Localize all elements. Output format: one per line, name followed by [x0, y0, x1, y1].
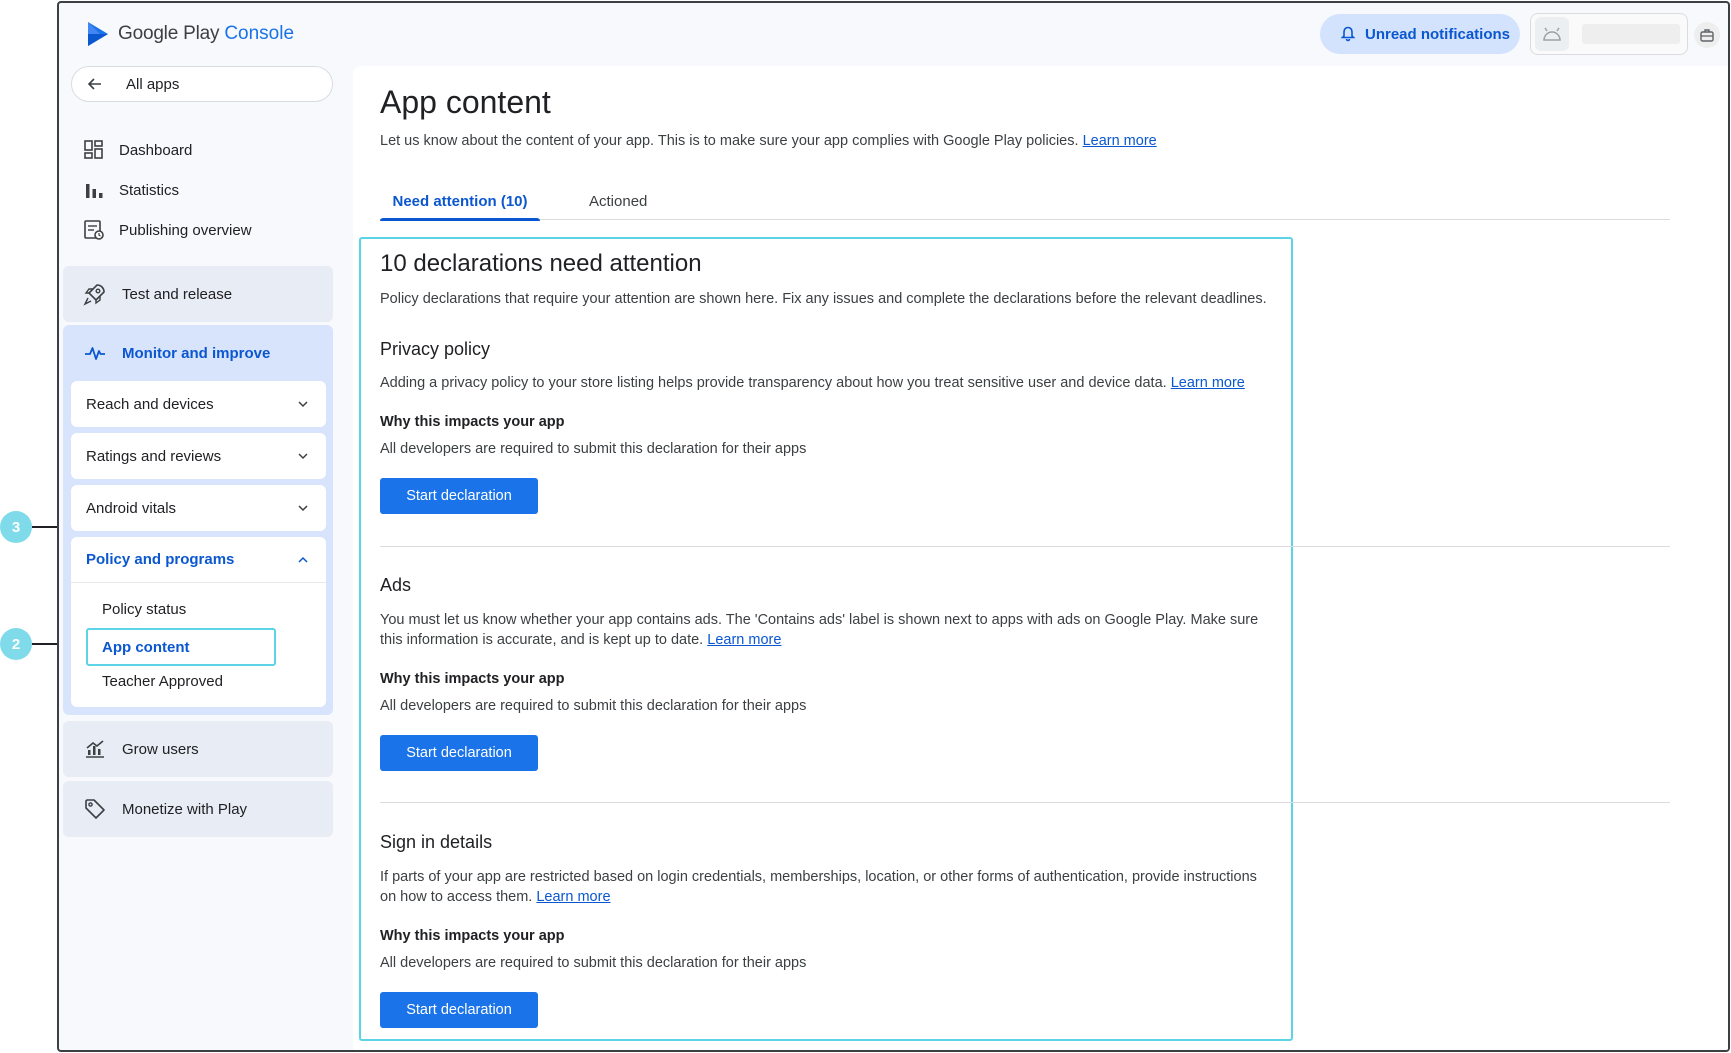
page-description-text: Let us know about the content of your ap…	[380, 133, 1079, 149]
sidebar-item-app-content[interactable]: App content	[86, 628, 276, 666]
sidebar-item-reach-and-devices[interactable]: Reach and devices	[71, 381, 326, 427]
declaration-why-heading: Why this impacts your app	[380, 928, 565, 944]
tag-icon	[85, 799, 105, 819]
android-icon	[1535, 17, 1569, 51]
chevron-down-icon	[298, 505, 308, 512]
app-window: Google Play Console Unread notifications	[57, 1, 1730, 1052]
unread-notifications-button[interactable]: Unread notifications	[1320, 14, 1520, 54]
page-title: App content	[380, 84, 551, 120]
start-declaration-button-sign-in-details[interactable]: Start declaration	[380, 992, 538, 1028]
sidebar-item-publishing-overview[interactable]: Publishing overview	[75, 211, 252, 249]
bar-chart-icon	[86, 184, 103, 198]
tab-need-attention[interactable]: Need attention (10)	[380, 182, 540, 221]
declaration-title: Ads	[380, 575, 412, 595]
tab-bar: Need attention (10) Actioned	[380, 182, 1670, 221]
sidebar-item-dashboard[interactable]: Dashboard	[75, 131, 192, 169]
play-logo-icon	[88, 22, 108, 46]
all-apps-button[interactable]: All apps	[71, 66, 333, 102]
callout-number: 3	[11, 518, 21, 536]
sidebar-item-label: Android vitals	[86, 499, 177, 517]
divider	[380, 546, 1670, 547]
declaration-description: You must let us know whether your app co…	[380, 610, 1260, 650]
sidebar-item-label: Teacher Approved	[102, 673, 223, 690]
sidebar-item-monetize-with-play[interactable]: Monetize with Play	[63, 781, 333, 837]
chevron-up-icon	[298, 556, 308, 563]
notification-bell-icon	[1340, 26, 1356, 42]
learn-more-link[interactable]: Learn more	[536, 889, 610, 905]
notifications-label: Unread notifications	[1365, 25, 1511, 43]
publishing-overview-icon	[84, 220, 104, 240]
sidebar-item-label: App content	[102, 638, 190, 656]
chevron-down-icon	[298, 453, 308, 460]
declaration-description: If parts of your app are restricted base…	[380, 867, 1260, 907]
learn-more-link[interactable]: Learn more	[1171, 375, 1245, 391]
account-menu-button[interactable]	[1694, 22, 1720, 48]
briefcase-icon	[1700, 29, 1714, 42]
sidebar-item-teacher-approved[interactable]: Teacher Approved	[102, 673, 223, 690]
sidebar-item-android-vitals[interactable]: Android vitals	[71, 485, 326, 531]
chevron-down-icon	[298, 401, 308, 408]
rocket-icon	[83, 284, 105, 306]
start-declaration-button-ads[interactable]: Start declaration	[380, 735, 538, 771]
sidebar-item-monitor-and-improve[interactable]: Monitor and improve	[63, 325, 270, 381]
tab-actioned[interactable]: Actioned	[589, 182, 647, 220]
callout-number: 2	[11, 635, 21, 653]
dashboard-icon	[84, 140, 103, 159]
declaration-why-heading: Why this impacts your app	[380, 671, 565, 687]
declaration-description-text: If parts of your app are restricted base…	[380, 869, 1257, 905]
pulse-icon	[85, 347, 105, 360]
sidebar-item-label: Grow users	[122, 740, 199, 758]
sidebar-item-statistics[interactable]: Statistics	[75, 171, 179, 209]
learn-more-link[interactable]: Learn more	[1083, 133, 1157, 149]
sidebar-item-policy-and-programs[interactable]: Policy and programs	[71, 537, 326, 583]
declaration-description: Adding a privacy policy to your store li…	[380, 373, 1260, 393]
sidebar-group-policy-and-programs: Policy and programs Policy status App co…	[71, 537, 326, 707]
declaration-requirement: All developers are required to submit th…	[380, 441, 807, 457]
google-play-console-logo[interactable]: Google Play Console	[85, 21, 294, 47]
sidebar-item-label: Test and release	[122, 285, 233, 303]
declaration-title: Sign in details	[380, 832, 493, 852]
sidebar-item-label: Policy and programs	[86, 551, 235, 568]
declaration-description-text: Adding a privacy policy to your store li…	[380, 375, 1167, 391]
callout-badge-2: 2	[0, 628, 32, 660]
sidebar-item-test-and-release[interactable]: Test and release	[63, 266, 333, 322]
page-description: Let us know about the content of your ap…	[380, 133, 1157, 149]
declaration-why-heading: Why this impacts your app	[380, 414, 565, 430]
start-declaration-button-privacy-policy[interactable]: Start declaration	[380, 478, 538, 514]
divider	[380, 802, 1670, 803]
sidebar-item-label: Publishing overview	[119, 221, 252, 239]
arrow-back-icon	[87, 78, 101, 90]
declaration-requirement: All developers are required to submit th…	[380, 698, 807, 714]
main-content: App content Let us know about the conten…	[353, 66, 1728, 1050]
logo-console-text: Console	[224, 23, 295, 44]
grow-users-icon	[86, 740, 104, 758]
sidebar-item-label: Policy status	[102, 601, 187, 618]
sidebar-item-ratings-and-reviews[interactable]: Ratings and reviews	[71, 433, 326, 479]
declaration-title: Privacy policy	[380, 339, 491, 359]
sidebar-item-label: Reach and devices	[86, 395, 214, 413]
declaration-requirement: All developers are required to submit th…	[380, 955, 807, 971]
sidebar-item-label: Dashboard	[119, 141, 193, 159]
sidebar-item-label: Monetize with Play	[122, 800, 248, 818]
declaration-description-text: You must let us know whether your app co…	[380, 612, 1259, 648]
developer-name-placeholder	[1582, 24, 1680, 44]
sidebar-item-label: Monitor and improve	[122, 344, 271, 362]
attention-description: Policy declarations that require your at…	[380, 291, 1267, 307]
all-apps-label: All apps	[126, 75, 180, 93]
logo-google-play-text: Google Play	[118, 23, 220, 44]
sidebar-item-label: Statistics	[119, 181, 180, 199]
sidebar-section-monitor-and-improve: Monitor and improve Reach and devices Ra…	[63, 325, 333, 715]
attention-title: 10 declarations need attention	[380, 250, 702, 277]
callout-badge-3: 3	[0, 511, 32, 543]
sidebar-item-grow-users[interactable]: Grow users	[63, 721, 333, 777]
learn-more-link[interactable]: Learn more	[707, 632, 781, 648]
sidebar-item-policy-status[interactable]: Policy status	[102, 601, 186, 618]
developer-account-chip[interactable]	[1530, 13, 1688, 55]
sidebar-item-label: Ratings and reviews	[86, 447, 222, 465]
